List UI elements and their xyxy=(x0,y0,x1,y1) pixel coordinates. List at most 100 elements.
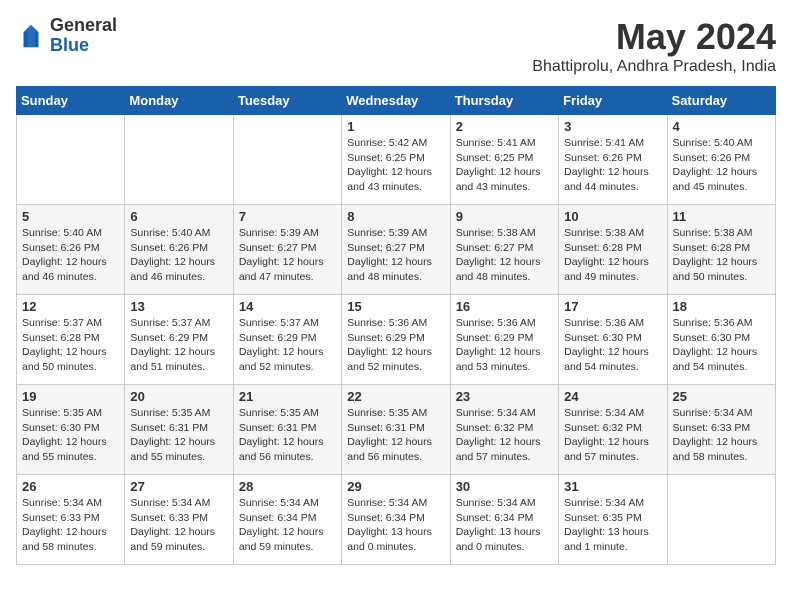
day-info: Sunrise: 5:39 AMSunset: 6:27 PMDaylight:… xyxy=(347,226,444,285)
day-number: 29 xyxy=(347,479,444,494)
day-number: 18 xyxy=(673,299,770,314)
day-number: 4 xyxy=(673,119,770,134)
calendar-cell: 13Sunrise: 5:37 AMSunset: 6:29 PMDayligh… xyxy=(125,295,233,385)
calendar-cell: 19Sunrise: 5:35 AMSunset: 6:30 PMDayligh… xyxy=(17,385,125,475)
calendar-cell xyxy=(17,115,125,205)
day-info: Sunrise: 5:35 AMSunset: 6:30 PMDaylight:… xyxy=(22,406,119,465)
calendar-cell: 20Sunrise: 5:35 AMSunset: 6:31 PMDayligh… xyxy=(125,385,233,475)
calendar-cell: 25 Sunrise: 5:34 AMSunset: 6:33 PMDayligh… xyxy=(667,385,775,475)
day-info: Sunrise: 5:35 AMSunset: 6:31 PMDaylight:… xyxy=(347,406,444,465)
calendar-cell: 15Sunrise: 5:36 AMSunset: 6:29 PMDayligh… xyxy=(342,295,450,385)
day-info: Sunrise: 5:38 AMSunset: 6:28 PMDaylight:… xyxy=(564,226,661,285)
day-info: Sunrise: 5:38 AMSunset: 6:27 PMDaylight:… xyxy=(456,226,553,285)
day-number: 11 xyxy=(673,209,770,224)
day-info: Sunrise: 5:41 AMSunset: 6:26 PMDaylight:… xyxy=(564,136,661,195)
day-info: Sunrise: 5:42 AMSunset: 6:25 PMDaylight:… xyxy=(347,136,444,195)
calendar-cell: 1Sunrise: 5:42 AMSunset: 6:25 PMDaylight… xyxy=(342,115,450,205)
weekday-header-thursday: Thursday xyxy=(450,87,558,115)
weekday-header-row: SundayMondayTuesdayWednesdayThursdayFrid… xyxy=(17,87,776,115)
day-number: 12 xyxy=(22,299,119,314)
day-number: 9 xyxy=(456,209,553,224)
day-number: 23 xyxy=(456,389,553,404)
day-number: 7 xyxy=(239,209,336,224)
day-info: Sunrise: 5:37 AMSunset: 6:29 PMDaylight:… xyxy=(239,316,336,375)
day-number: 10 xyxy=(564,209,661,224)
calendar-table: SundayMondayTuesdayWednesdayThursdayFrid… xyxy=(16,86,776,565)
day-info: Sunrise: 5:34 AMSunset: 6:32 PMDaylight:… xyxy=(456,406,553,465)
day-info: Sunrise: 5:34 AMSunset: 6:33 PMDaylight:… xyxy=(130,496,227,555)
calendar-cell xyxy=(125,115,233,205)
calendar-cell: 22Sunrise: 5:35 AMSunset: 6:31 PMDayligh… xyxy=(342,385,450,475)
calendar-week-row: 5 Sunrise: 5:40 AMSunset: 6:26 PMDaylight… xyxy=(17,205,776,295)
day-number: 28 xyxy=(239,479,336,494)
day-number: 30 xyxy=(456,479,553,494)
day-info: Sunrise: 5:34 AMSunset: 6:35 PMDaylight:… xyxy=(564,496,661,555)
day-info: Sunrise: 5:38 AMSunset: 6:28 PMDaylight:… xyxy=(673,226,770,285)
weekday-header-saturday: Saturday xyxy=(667,87,775,115)
calendar-cell: 28 Sunrise: 5:34 AMSunset: 6:34 PMDayligh… xyxy=(233,475,341,565)
weekday-header-tuesday: Tuesday xyxy=(233,87,341,115)
calendar-cell: 3 Sunrise: 5:41 AMSunset: 6:26 PMDaylight… xyxy=(559,115,667,205)
day-number: 5 xyxy=(22,209,119,224)
day-info: Sunrise: 5:34 AMSunset: 6:33 PMDaylight:… xyxy=(673,406,770,465)
day-number: 16 xyxy=(456,299,553,314)
day-number: 13 xyxy=(130,299,227,314)
day-number: 31 xyxy=(564,479,661,494)
calendar-cell: 17 Sunrise: 5:36 AMSunset: 6:30 PMDayligh… xyxy=(559,295,667,385)
calendar-cell: 8 Sunrise: 5:39 AMSunset: 6:27 PMDaylight… xyxy=(342,205,450,295)
day-number: 27 xyxy=(130,479,227,494)
day-info: Sunrise: 5:40 AMSunset: 6:26 PMDaylight:… xyxy=(130,226,227,285)
calendar-cell: 12 Sunrise: 5:37 AMSunset: 6:28 PMDayligh… xyxy=(17,295,125,385)
day-info: Sunrise: 5:37 AMSunset: 6:28 PMDaylight:… xyxy=(22,316,119,375)
calendar-week-row: 1Sunrise: 5:42 AMSunset: 6:25 PMDaylight… xyxy=(17,115,776,205)
day-info: Sunrise: 5:39 AMSunset: 6:27 PMDaylight:… xyxy=(239,226,336,285)
day-info: Sunrise: 5:36 AMSunset: 6:30 PMDaylight:… xyxy=(564,316,661,375)
day-info: Sunrise: 5:36 AMSunset: 6:29 PMDaylight:… xyxy=(347,316,444,375)
calendar-cell: 24Sunrise: 5:34 AMSunset: 6:32 PMDayligh… xyxy=(559,385,667,475)
day-number: 25 xyxy=(673,389,770,404)
day-number: 26 xyxy=(22,479,119,494)
calendar-cell: 9 Sunrise: 5:38 AMSunset: 6:27 PMDaylight… xyxy=(450,205,558,295)
calendar-cell xyxy=(667,475,775,565)
calendar-cell: 26Sunrise: 5:34 AMSunset: 6:33 PMDayligh… xyxy=(17,475,125,565)
calendar-cell: 6 Sunrise: 5:40 AMSunset: 6:26 PMDaylight… xyxy=(125,205,233,295)
calendar-cell: 16Sunrise: 5:36 AMSunset: 6:29 PMDayligh… xyxy=(450,295,558,385)
day-info: Sunrise: 5:40 AMSunset: 6:26 PMDaylight:… xyxy=(673,136,770,195)
weekday-header-sunday: Sunday xyxy=(17,87,125,115)
calendar-cell: 10 Sunrise: 5:38 AMSunset: 6:28 PMDayligh… xyxy=(559,205,667,295)
weekday-header-wednesday: Wednesday xyxy=(342,87,450,115)
logo: General Blue xyxy=(16,16,117,56)
calendar-cell: 27 Sunrise: 5:34 AMSunset: 6:33 PMDayligh… xyxy=(125,475,233,565)
day-info: Sunrise: 5:34 AMSunset: 6:34 PMDaylight:… xyxy=(347,496,444,555)
page-header: General Blue May 2024 Bhattiprolu, Andhr… xyxy=(16,16,776,76)
day-number: 21 xyxy=(239,389,336,404)
calendar-cell: 23 Sunrise: 5:34 AMSunset: 6:32 PMDayligh… xyxy=(450,385,558,475)
title-block: May 2024 Bhattiprolu, Andhra Pradesh, In… xyxy=(532,16,776,76)
day-number: 17 xyxy=(564,299,661,314)
calendar-week-row: 19Sunrise: 5:35 AMSunset: 6:30 PMDayligh… xyxy=(17,385,776,475)
calendar-cell xyxy=(233,115,341,205)
day-info: Sunrise: 5:35 AMSunset: 6:31 PMDaylight:… xyxy=(239,406,336,465)
day-info: Sunrise: 5:41 AMSunset: 6:25 PMDaylight:… xyxy=(456,136,553,195)
day-info: Sunrise: 5:40 AMSunset: 6:26 PMDaylight:… xyxy=(22,226,119,285)
day-info: Sunrise: 5:34 AMSunset: 6:34 PMDaylight:… xyxy=(456,496,553,555)
calendar-week-row: 26 Sunrise: 5:34 AMSunset: 6:33 PMDayligh… xyxy=(17,475,776,565)
calendar-week-row: 12 Sunrise: 5:37 AMSunset: 6:28 PMDayligh… xyxy=(17,295,776,385)
day-info: Sunrise: 5:36 AMSunset: 6:30 PMDaylight:… xyxy=(673,316,770,375)
location-title: Bhattiprolu, Andhra Pradesh, India xyxy=(532,58,776,76)
logo-general: General xyxy=(50,16,117,36)
day-number: 3 xyxy=(564,119,661,134)
weekday-header-monday: Monday xyxy=(125,87,233,115)
logo-blue: Blue xyxy=(50,36,117,56)
calendar-cell: 31 Sunrise: 5:34 AMSunset: 6:35 PMDayligh… xyxy=(559,475,667,565)
day-number: 8 xyxy=(347,209,444,224)
logo-text: General Blue xyxy=(50,16,117,56)
calendar-cell: 14 Sunrise: 5:37 AMSunset: 6:29 PMDayligh… xyxy=(233,295,341,385)
calendar-cell: 11 Sunrise: 5:38 AMSunset: 6:28 PMDayligh… xyxy=(667,205,775,295)
logo-icon xyxy=(16,21,46,51)
weekday-header-friday: Friday xyxy=(559,87,667,115)
day-number: 6 xyxy=(130,209,227,224)
calendar-cell: 30 Sunrise: 5:34 AMSunset: 6:34 PMDayligh… xyxy=(450,475,558,565)
day-number: 14 xyxy=(239,299,336,314)
day-info: Sunrise: 5:34 AMSunset: 6:34 PMDaylight:… xyxy=(239,496,336,555)
